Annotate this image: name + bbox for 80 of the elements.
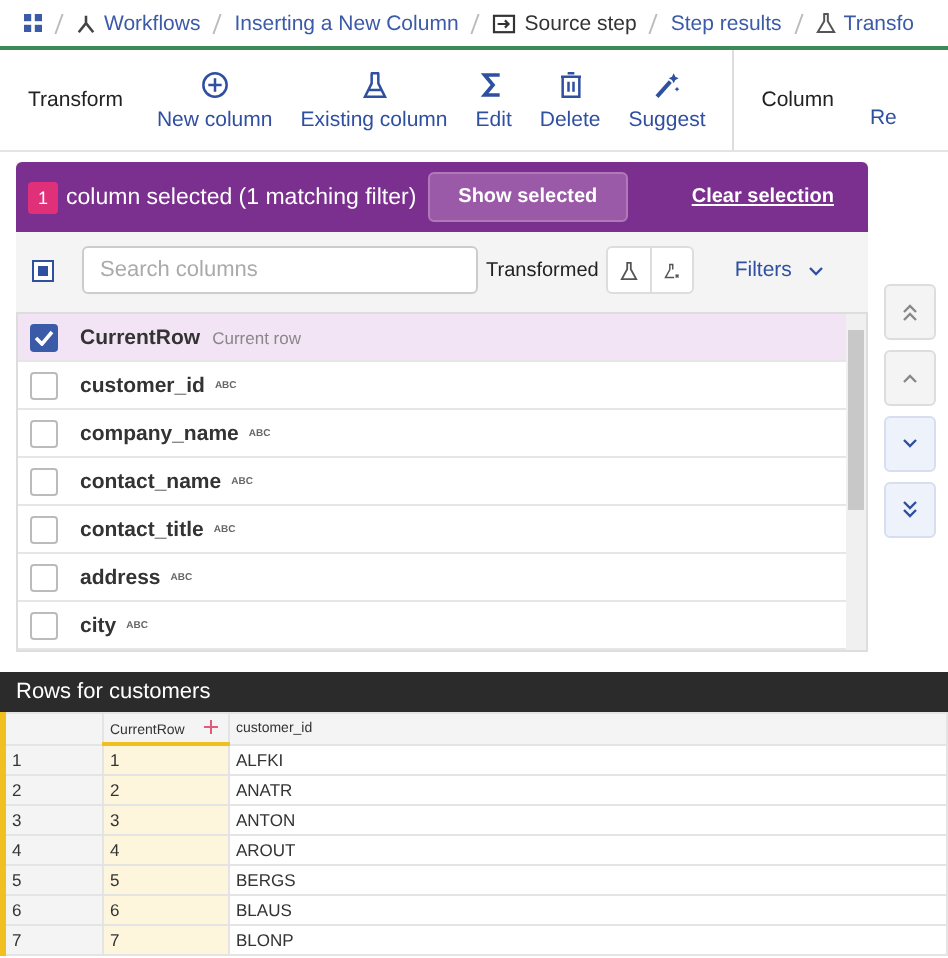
row-number: 6 bbox=[3, 895, 103, 925]
app-grid-icon[interactable] bbox=[24, 14, 42, 32]
checkbox[interactable] bbox=[30, 323, 58, 351]
column-list-item[interactable]: CurrentRow Current row bbox=[18, 314, 846, 362]
flask-cross-icon bbox=[664, 259, 681, 281]
breadcrumb-link[interactable]: Source step bbox=[492, 11, 637, 35]
move-up-button[interactable] bbox=[884, 350, 936, 406]
breadcrumb-link[interactable]: Inserting a New Column bbox=[234, 11, 459, 35]
row-number: 2 bbox=[3, 775, 103, 805]
table-cell: BLONP bbox=[229, 925, 947, 955]
show-selected-button[interactable]: Show selected bbox=[428, 172, 628, 222]
checkbox[interactable] bbox=[30, 563, 58, 591]
plus-icon[interactable] bbox=[204, 719, 219, 733]
row-number: 3 bbox=[3, 805, 103, 835]
flask-icon bbox=[359, 69, 389, 99]
scrollbar[interactable] bbox=[846, 314, 866, 650]
checkbox[interactable] bbox=[30, 419, 58, 447]
table-cell: AROUT bbox=[229, 835, 947, 865]
double-chevron-up-icon bbox=[900, 302, 920, 322]
transformed-label: Transformed bbox=[486, 259, 599, 281]
trash-icon bbox=[555, 69, 586, 99]
table-cell: 2 bbox=[103, 775, 229, 805]
chevron-down-icon bbox=[900, 438, 920, 450]
selection-text: column selected (1 matching filter) bbox=[66, 185, 417, 209]
column-name: company_name bbox=[80, 421, 239, 445]
move-down-button[interactable] bbox=[884, 416, 936, 472]
breadcrumb-link[interactable]: Workflows bbox=[76, 11, 201, 35]
clear-selection-link[interactable]: Clear selection bbox=[691, 186, 834, 208]
checkbox[interactable] bbox=[30, 467, 58, 495]
table-cell: ANATR bbox=[229, 775, 947, 805]
column-note: Current row bbox=[212, 327, 301, 347]
column-name: city bbox=[80, 613, 117, 637]
table-cell: ANTON bbox=[229, 805, 947, 835]
row-number: 5 bbox=[3, 865, 103, 895]
table-cell: BLAUS bbox=[229, 895, 947, 925]
table-cell: 6 bbox=[103, 895, 229, 925]
breadcrumb-link[interactable]: Transfo bbox=[815, 11, 915, 35]
table-cell: 4 bbox=[103, 835, 229, 865]
toolbar-button[interactable]: Re bbox=[869, 106, 897, 130]
checkbox[interactable] bbox=[30, 371, 58, 399]
input-icon bbox=[492, 13, 517, 33]
toolbar-button[interactable]: New column bbox=[142, 69, 287, 131]
column-name: CurrentRow bbox=[80, 325, 201, 349]
group-label: Column bbox=[759, 88, 836, 112]
panel-title: Rows for customers bbox=[0, 672, 948, 712]
column-name: contact_title bbox=[80, 517, 204, 541]
toolbar-button[interactable]: Delete bbox=[525, 69, 615, 131]
toolbar-button[interactable]: Suggest bbox=[614, 69, 720, 131]
toolbar-button[interactable]: Existing column bbox=[286, 69, 462, 131]
flask-icon bbox=[620, 259, 639, 281]
move-top-button[interactable] bbox=[884, 284, 936, 340]
column-name: customer_id bbox=[80, 373, 205, 397]
chevron-down-icon bbox=[807, 265, 824, 275]
breadcrumb-link[interactable]: Step results bbox=[670, 11, 782, 35]
row-number: 7 bbox=[3, 925, 103, 955]
column-name: contact_name bbox=[80, 469, 222, 493]
column-name: address bbox=[80, 565, 161, 589]
row-number: 1 bbox=[3, 744, 103, 775]
magic-wand-icon bbox=[651, 69, 682, 99]
filters-dropdown[interactable]: Filters bbox=[722, 256, 836, 284]
table-cell: BERGS bbox=[229, 865, 947, 895]
row-number: 4 bbox=[3, 835, 103, 865]
checkbox[interactable] bbox=[30, 515, 58, 543]
table-cell: 1 bbox=[103, 744, 229, 775]
toolbar-button[interactable]: Edit bbox=[461, 69, 526, 131]
flask-icon bbox=[815, 12, 836, 34]
search-field[interactable]: Search columns bbox=[82, 246, 478, 294]
table-cell: 7 bbox=[103, 925, 229, 955]
count-badge: 1 bbox=[28, 181, 59, 213]
table-cell: 5 bbox=[103, 865, 229, 895]
group-label: Transform bbox=[26, 88, 125, 112]
flow-icon bbox=[76, 13, 96, 33]
table-cell: 3 bbox=[103, 805, 229, 835]
checkbox[interactable] bbox=[30, 611, 58, 639]
chevron-up-icon bbox=[900, 372, 920, 384]
table-cell: ALFKI bbox=[229, 744, 947, 775]
double-chevron-down-icon bbox=[900, 500, 920, 520]
plus-icon bbox=[199, 69, 230, 99]
select-all-checkbox[interactable] bbox=[32, 259, 54, 281]
move-bottom-button[interactable] bbox=[884, 482, 936, 538]
